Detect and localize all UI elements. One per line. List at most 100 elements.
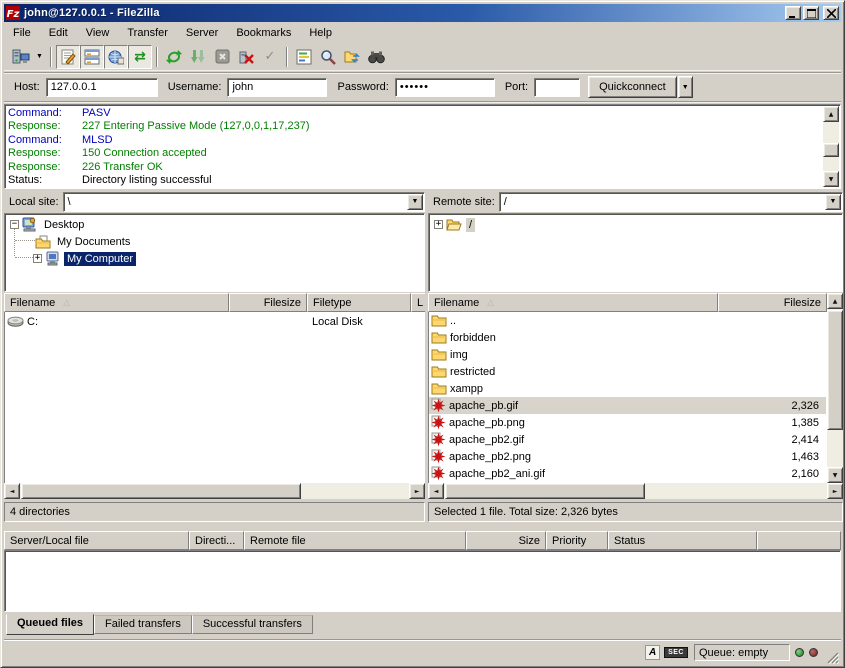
local-horizontal-scrollbar[interactable]: ◄ ► — [4, 483, 425, 499]
local-col-filesize[interactable]: Filesize — [229, 293, 307, 312]
resize-grip[interactable] — [824, 649, 839, 664]
quickconnect-button[interactable]: Quickconnect — [588, 76, 677, 98]
queue-col-status[interactable]: Status — [608, 531, 757, 550]
remote-directory-tree[interactable]: + / — [428, 213, 843, 292]
find-files-button[interactable] — [364, 45, 388, 69]
disconnect-icon — [238, 49, 254, 65]
remote-row-file[interactable]: apache_pb2_ani.gif 2,160 — [429, 465, 826, 482]
process-queue-button[interactable] — [186, 45, 210, 69]
directory-comparison-button[interactable] — [316, 45, 340, 69]
queue-col-server-local-file[interactable]: Server/Local file — [4, 531, 189, 550]
file-size: 1,463 — [719, 451, 819, 463]
remote-horizontal-scrollbar[interactable]: ◄ ► — [428, 483, 843, 499]
quickconnect-dropdown[interactable]: ▼ — [678, 76, 693, 98]
menu-help[interactable]: Help — [300, 24, 341, 42]
log-entry: Response:226 Transfer OK — [8, 161, 820, 174]
remote-row-file-selected[interactable]: apache_pb.gif 2,326 — [429, 397, 826, 414]
transfer-type-indicator-icon[interactable]: A — [645, 645, 660, 660]
remote-treeview-icon — [108, 49, 124, 65]
tab-failed-transfers[interactable]: Failed transfers — [94, 615, 192, 634]
log-vertical-scrollbar[interactable]: ▲ ▼ — [823, 106, 839, 187]
scroll-left-button[interactable]: ◄ — [428, 483, 444, 499]
toggle-message-log-button[interactable] — [56, 45, 80, 69]
scroll-down-button[interactable]: ▼ — [827, 467, 843, 483]
remote-col-filesize[interactable]: Filesize — [718, 293, 827, 312]
remote-row-file[interactable]: apache_pb.png 1,385 — [429, 414, 826, 431]
scroll-down-button[interactable]: ▼ — [823, 171, 839, 187]
local-site-combo[interactable]: \ ▼ — [63, 192, 425, 212]
site-manager-button[interactable] — [9, 45, 33, 69]
image-file-icon — [431, 449, 446, 464]
remote-row-folder[interactable]: restricted — [429, 363, 826, 380]
remote-row-folder[interactable]: img — [429, 346, 826, 363]
minimize-button[interactable] — [785, 6, 801, 20]
collapse-expander-icon[interactable]: − — [10, 220, 19, 229]
refresh-button[interactable] — [162, 45, 186, 69]
desktop-icon — [22, 217, 38, 232]
expand-expander-icon[interactable]: + — [434, 220, 443, 229]
queue-col-priority[interactable]: Priority — [546, 531, 608, 550]
remote-vertical-scrollbar[interactable]: ▲ ▼ — [827, 293, 843, 483]
host-input[interactable] — [46, 78, 158, 97]
combo-dropdown-button[interactable]: ▼ — [407, 194, 423, 210]
toggle-remote-tree-button[interactable] — [104, 45, 128, 69]
filter-button[interactable] — [292, 45, 316, 69]
synchronized-browsing-button[interactable] — [340, 45, 364, 69]
cancel-operation-button[interactable] — [210, 45, 234, 69]
disconnect-button[interactable] — [234, 45, 258, 69]
menu-server[interactable]: Server — [177, 24, 227, 42]
scrollbar-thumb[interactable] — [823, 143, 839, 157]
local-directory-tree[interactable]: − Desktop My Documents + My Computer — [4, 213, 425, 292]
scroll-right-button[interactable]: ► — [827, 483, 843, 499]
scroll-right-button[interactable]: ► — [409, 483, 425, 499]
queue-col-remote-file[interactable]: Remote file — [244, 531, 466, 550]
scroll-left-button[interactable]: ◄ — [4, 483, 20, 499]
remote-row-file[interactable]: apache_pb2.png 1,463 — [429, 448, 826, 465]
expand-expander-icon[interactable]: + — [33, 254, 42, 263]
queue-list[interactable] — [4, 550, 841, 612]
port-input[interactable] — [534, 78, 580, 97]
scroll-up-button[interactable]: ▲ — [827, 293, 843, 309]
menu-view[interactable]: View — [77, 24, 119, 42]
username-input[interactable] — [227, 78, 327, 97]
remote-file-list[interactable]: .. forbidden img restricted xampp apac — [428, 312, 827, 483]
local-col-last-modified[interactable]: L — [411, 293, 425, 312]
scrollbar-thumb[interactable] — [445, 483, 645, 499]
scrollbar-thumb[interactable] — [827, 310, 843, 430]
title-bar[interactable]: Fz john@127.0.0.1 - FileZilla — [4, 4, 841, 22]
scrollbar-thumb[interactable] — [21, 483, 301, 499]
local-col-filetype[interactable]: Filetype — [307, 293, 411, 312]
remote-row-folder[interactable]: forbidden — [429, 329, 826, 346]
toggle-local-tree-button[interactable] — [80, 45, 104, 69]
combo-dropdown-button[interactable]: ▼ — [825, 194, 841, 210]
message-log-box[interactable]: Command:PASV Response:227 Entering Passi… — [4, 104, 841, 189]
remote-row-folder[interactable]: xampp — [429, 380, 826, 397]
close-button[interactable] — [823, 6, 839, 20]
password-input[interactable] — [395, 78, 495, 97]
tree-item-my-computer[interactable]: + My Computer — [33, 250, 136, 267]
remote-col-filename[interactable]: Filename △ — [428, 293, 718, 312]
tab-queued-files[interactable]: Queued files — [6, 614, 94, 635]
remote-row-file[interactable]: apache_pb2.gif 2,414 — [429, 431, 826, 448]
maximize-button[interactable] — [803, 6, 819, 20]
tree-item-desktop[interactable]: − Desktop — [10, 216, 87, 233]
remote-site-combo[interactable]: / ▼ — [499, 192, 843, 212]
tab-successful-transfers[interactable]: Successful transfers — [192, 615, 313, 634]
site-manager-dropdown[interactable]: ▼ — [33, 46, 46, 68]
local-file-list[interactable]: C: Local Disk — [4, 312, 425, 483]
tree-item-root[interactable]: + / — [434, 216, 475, 233]
encryption-indicator-icon[interactable]: SEC — [664, 647, 688, 658]
local-file-row-c-drive[interactable]: C: Local Disk — [5, 313, 424, 330]
tree-item-my-documents[interactable]: My Documents — [35, 233, 133, 250]
menu-transfer[interactable]: Transfer — [118, 24, 177, 42]
reconnect-button[interactable]: ✓ — [258, 45, 282, 69]
scroll-up-button[interactable]: ▲ — [823, 106, 839, 122]
local-col-filename[interactable]: Filename △ — [4, 293, 229, 312]
menu-bookmarks[interactable]: Bookmarks — [227, 24, 300, 42]
queue-col-size[interactable]: Size — [466, 531, 546, 550]
menu-edit[interactable]: Edit — [40, 24, 77, 42]
remote-row-parent-dir[interactable]: .. — [429, 312, 826, 329]
toggle-transfer-queue-button[interactable]: ⇄ — [128, 45, 152, 69]
menu-file[interactable]: File — [4, 24, 40, 42]
queue-col-direction[interactable]: Directi... — [189, 531, 244, 550]
